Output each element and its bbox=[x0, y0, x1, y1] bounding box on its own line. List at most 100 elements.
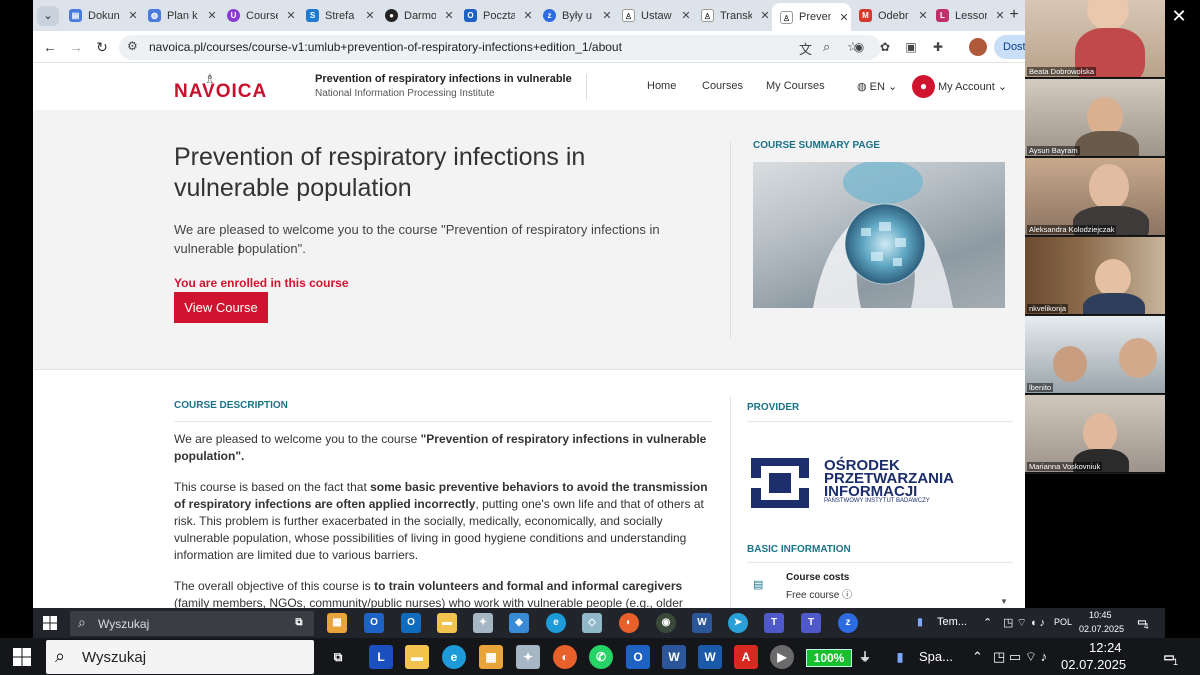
tab-12[interactable]: L Lessor ✕ bbox=[928, 4, 1007, 27]
nav-my-courses[interactable]: My Courses bbox=[766, 80, 825, 92]
thermometer-icon[interactable]: ▮ bbox=[910, 613, 930, 633]
tray-chevron-icon[interactable]: ⌃ bbox=[983, 616, 992, 629]
tab-close-icon[interactable]: ✕ bbox=[600, 9, 614, 22]
notifications-icon[interactable]: ▭ bbox=[1132, 613, 1152, 633]
reload-icon[interactable]: ↻ bbox=[93, 38, 111, 56]
teams-badge-icon[interactable]: T bbox=[801, 613, 821, 633]
tab-6[interactable]: O Poczta ✕ bbox=[456, 4, 535, 27]
edge-icon[interactable]: e bbox=[546, 613, 566, 633]
participant-tile-3[interactable]: Aleksandra Kolodziejczak bbox=[1025, 158, 1165, 236]
address-bar[interactable]: ⚙ navoica.pl/courses/course-v1:umlub+pre… bbox=[119, 35, 881, 60]
tab-close-icon[interactable]: ✕ bbox=[205, 9, 219, 22]
photos-icon[interactable]: ◆ bbox=[509, 613, 529, 633]
clock-date[interactable]: 02.07.2025 bbox=[1061, 657, 1126, 672]
tab-close-icon[interactable]: ✕ bbox=[758, 9, 772, 22]
windows-start-icon[interactable] bbox=[43, 616, 57, 630]
clock-time[interactable]: 12:24 bbox=[1089, 640, 1122, 655]
tab-11[interactable]: M Odebr ✕ bbox=[851, 4, 930, 27]
input-language[interactable]: POL bbox=[1054, 617, 1072, 627]
tab-5[interactable]: ● Darmo ✕ bbox=[377, 4, 456, 27]
satellite-icon[interactable]: ✦ bbox=[516, 645, 540, 669]
store-icon[interactable]: ▦ bbox=[479, 645, 503, 669]
word-icon[interactable]: W bbox=[662, 645, 686, 669]
translate-icon[interactable]: 文 bbox=[799, 39, 812, 58]
color-extension-icon[interactable]: ✿ bbox=[877, 39, 893, 55]
whatsapp-icon[interactable]: ✆ bbox=[589, 645, 613, 669]
app-icon[interactable]: ◇ bbox=[582, 613, 602, 633]
tab-close-icon[interactable]: ✕ bbox=[284, 9, 298, 22]
profile-button[interactable]: Dostę bbox=[994, 35, 1025, 59]
plug-icon[interactable]: ⏚ bbox=[853, 645, 877, 669]
task-view-icon[interactable]: ⧉ bbox=[289, 613, 309, 633]
zoom-icon[interactable]: z bbox=[838, 613, 858, 633]
view-course-button[interactable]: View Course bbox=[174, 292, 268, 323]
tab-close-icon[interactable]: ✕ bbox=[679, 9, 693, 22]
nav-home[interactable]: Home bbox=[647, 80, 676, 92]
my-account-menu[interactable]: My Account ⌄ bbox=[938, 80, 1007, 93]
edge-icon[interactable]: e bbox=[442, 645, 466, 669]
camera-icon[interactable]: ▣ bbox=[903, 39, 919, 55]
spotify-text[interactable]: Spa... bbox=[919, 649, 953, 664]
file-explorer-icon[interactable]: ▬ bbox=[405, 645, 429, 669]
provider-logo[interactable]: OŚRODEK PRZETWARZANIA INFORMACJI PAŃSTWO… bbox=[747, 452, 967, 512]
participant-tile-2[interactable]: Aysun Bayram bbox=[1025, 79, 1165, 157]
outlook-icon[interactable]: O bbox=[626, 645, 650, 669]
tab-7[interactable]: z Były u ✕ bbox=[535, 4, 614, 27]
tab-close-icon[interactable]: ✕ bbox=[837, 11, 851, 24]
tab-close-icon[interactable]: ✕ bbox=[363, 9, 377, 22]
back-icon[interactable]: ← bbox=[41, 38, 59, 56]
acrobat-icon[interactable]: A bbox=[734, 645, 758, 669]
telegram-icon[interactable]: ➤ bbox=[728, 613, 748, 633]
profile-avatar[interactable] bbox=[969, 38, 987, 56]
windows-start-icon[interactable] bbox=[13, 648, 31, 666]
participant-tile-4[interactable]: nkvelikonja bbox=[1025, 237, 1165, 315]
lync-icon[interactable]: L bbox=[369, 645, 393, 669]
navoica-logo[interactable]: ♗ NAVOICA bbox=[174, 69, 266, 105]
tab-8[interactable]: ♙ Ustaw ✕ bbox=[614, 4, 693, 27]
taskbar-search[interactable]: ⌕ Wyszukaj bbox=[70, 611, 314, 636]
webex-icon[interactable]: W bbox=[698, 645, 722, 669]
tab-2[interactable]: ◍ Plan k ✕ bbox=[140, 4, 219, 27]
thermometer-icon[interactable]: ▮ bbox=[888, 645, 912, 669]
battery-level[interactable]: 100% bbox=[806, 649, 852, 667]
file-explorer-icon[interactable]: ▬ bbox=[437, 613, 457, 633]
satellite-icon[interactable]: ✦ bbox=[473, 613, 493, 633]
close-icon[interactable]: ✕ bbox=[1168, 5, 1190, 27]
participant-tile-1[interactable]: Beata Dobrowolska bbox=[1025, 0, 1165, 78]
tab-search-dropdown-icon[interactable]: ⌄ bbox=[37, 6, 59, 26]
extensions-puzzle-icon[interactable]: ✚ bbox=[930, 39, 946, 55]
tray-chevron-icon[interactable]: ⌃ bbox=[972, 649, 983, 665]
firefox-icon[interactable]: ◐ bbox=[619, 613, 639, 633]
weather-text[interactable]: Tem... bbox=[937, 616, 967, 628]
teams-icon[interactable]: T bbox=[764, 613, 784, 633]
firefox-icon[interactable]: ◐ bbox=[553, 645, 577, 669]
participant-tile-5[interactable]: lbenito bbox=[1025, 316, 1165, 394]
tab-close-icon[interactable]: ✕ bbox=[442, 9, 456, 22]
media-player-icon[interactable]: ▶ bbox=[770, 645, 794, 669]
account-avatar-icon[interactable]: ● bbox=[912, 75, 935, 98]
tab-close-icon[interactable]: ✕ bbox=[521, 9, 535, 22]
nav-courses[interactable]: Courses bbox=[702, 80, 743, 92]
language-selector[interactable]: ◍ EN ⌄ bbox=[857, 80, 897, 93]
tab-1[interactable]: ▤ Dokun ✕ bbox=[61, 4, 140, 27]
extension-icon[interactable]: ◉ bbox=[851, 39, 867, 55]
forward-icon[interactable]: → bbox=[67, 38, 85, 56]
outlook-icon[interactable]: O bbox=[364, 613, 384, 633]
word-icon[interactable]: W bbox=[692, 613, 712, 633]
clock-date[interactable]: 02.07.2025 bbox=[1079, 624, 1124, 634]
chrome-icon[interactable]: ◉ bbox=[656, 613, 676, 633]
tray-icons[interactable]: ◳ ▭ ⌔ ♪ bbox=[993, 649, 1047, 665]
scroll-down-arrow-icon[interactable]: ▼ bbox=[1000, 597, 1008, 606]
clock-time[interactable]: 10:45 bbox=[1089, 610, 1112, 620]
help-icon[interactable]: ⓘ bbox=[842, 590, 852, 601]
taskbar-search[interactable]: ⌕ Wyszukaj bbox=[46, 640, 314, 674]
tab-close-icon[interactable]: ✕ bbox=[126, 9, 140, 22]
tab-3[interactable]: U Course ✕ bbox=[219, 4, 298, 27]
site-info-icon[interactable]: ⚙ bbox=[127, 39, 138, 53]
zoom-icon[interactable]: ⌕ bbox=[823, 39, 830, 55]
new-tab-icon[interactable]: + bbox=[1005, 6, 1023, 24]
task-view-icon[interactable]: ⧉ bbox=[326, 645, 350, 669]
tab-10-active[interactable]: ♙ Preven ✕ bbox=[772, 3, 851, 31]
outlook-new-icon[interactable]: O bbox=[401, 613, 421, 633]
tab-4[interactable]: S Strefa ✕ bbox=[298, 4, 377, 27]
